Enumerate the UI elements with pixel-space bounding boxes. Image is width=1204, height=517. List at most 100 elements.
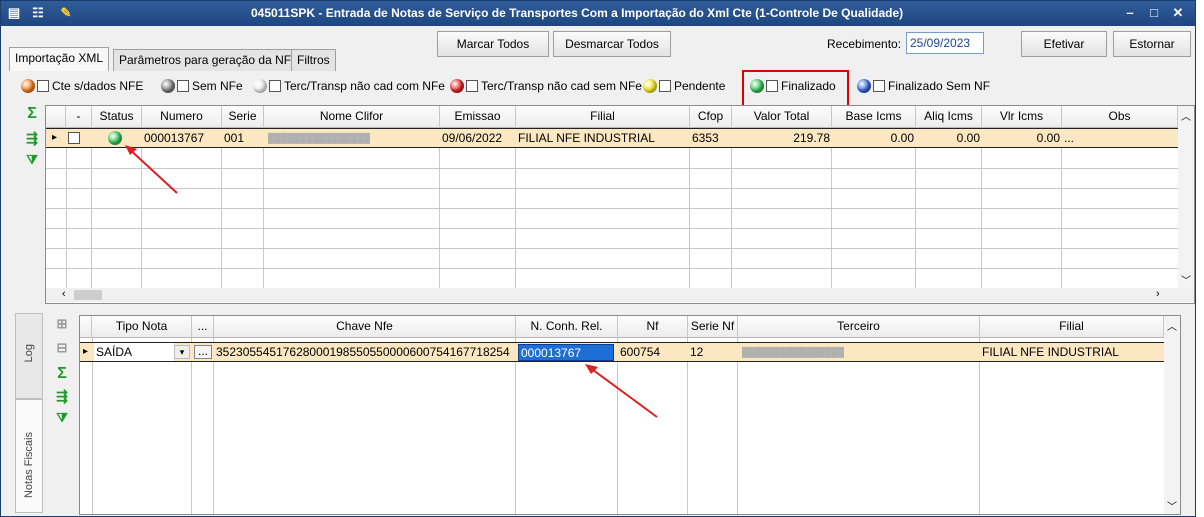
- col-header[interactable]: Vlr Icms: [982, 106, 1062, 128]
- dropdown-chevron-icon[interactable]: ▾: [174, 345, 190, 359]
- cell-filial[interactable]: FILIAL NFE INDUSTRIAL: [516, 129, 690, 147]
- estornar-button[interactable]: Estornar: [1113, 31, 1191, 57]
- col-header[interactable]: Aliq Icms: [916, 106, 982, 128]
- tab-importacao-xml[interactable]: Importação XML: [9, 47, 110, 71]
- maximize-button[interactable]: □: [1143, 4, 1165, 22]
- col-header[interactable]: Serie Nf: [688, 316, 738, 338]
- col-header[interactable]: Obs: [1062, 106, 1178, 128]
- cell-filial[interactable]: FILIAL NFE INDUSTRIAL: [980, 343, 1164, 361]
- col-header[interactable]: Nf: [618, 316, 688, 338]
- minimize-button[interactable]: –: [1119, 4, 1141, 22]
- checkbox[interactable]: [177, 80, 189, 92]
- cell-cfop[interactable]: 6353: [690, 129, 732, 147]
- legend-item-terc-com-nfe[interactable]: Terc/Transp não cad com NFe: [253, 76, 445, 96]
- checkbox[interactable]: [269, 80, 281, 92]
- side-tab-notas-fiscais[interactable]: Notas Fiscais: [15, 399, 43, 513]
- col-header[interactable]: Cfop: [690, 106, 732, 128]
- status-legend: Cte s/dados NFE Sem NFe Terc/Transp não …: [21, 76, 1021, 96]
- red-arrow-icon: [585, 364, 658, 418]
- checkbox[interactable]: [466, 80, 478, 92]
- col-header[interactable]: Serie: [222, 106, 264, 128]
- sum-icon[interactable]: Σ: [53, 365, 71, 383]
- cell-vlr-icms[interactable]: 0.00: [982, 129, 1062, 147]
- col-header[interactable]: N. Conh. Rel.: [516, 316, 618, 338]
- window-title: 045011SPK - Entrada de Notas de Serviço …: [251, 6, 904, 20]
- col-header[interactable]: ...: [192, 316, 214, 338]
- legend-item-terc-sem-nfe[interactable]: Terc/Transp não cad sem NFe: [450, 76, 642, 96]
- highlight-box: [742, 70, 849, 110]
- col-header[interactable]: Base Icms: [832, 106, 916, 128]
- cell-nome-clifor[interactable]: ████████████████: [266, 129, 436, 147]
- legend-item-sem-nfe[interactable]: Sem NFe: [161, 76, 243, 96]
- legend-item-finalizado-sem-nf[interactable]: Finalizado Sem NF: [857, 76, 990, 96]
- scroll-up-icon[interactable]: ︿: [1181, 108, 1191, 123]
- col-header[interactable]: Filial: [516, 106, 690, 128]
- orange-ball-icon: [21, 79, 35, 93]
- marcar-todos-button[interactable]: Marcar Todos: [437, 31, 549, 57]
- checkbox[interactable]: [659, 80, 671, 92]
- cell-chave-nfe[interactable]: 3523055451762800019855055000060075416771…: [214, 343, 516, 361]
- row-indicator-icon: ▸: [83, 346, 89, 357]
- cell-aliq-icms[interactable]: 0.00: [916, 129, 982, 147]
- wrench-icon[interactable]: ✎: [57, 4, 75, 22]
- cell-n-conh-rel[interactable]: 000013767: [518, 344, 614, 361]
- side-tab-log[interactable]: Log: [15, 313, 43, 399]
- export-icon[interactable]: ⇶: [53, 387, 71, 405]
- gray-ball-icon: [161, 79, 175, 93]
- red-arrow-icon: [125, 145, 178, 194]
- export-icon[interactable]: ⇶: [23, 129, 41, 147]
- tree-icon[interactable]: ☷: [29, 4, 47, 22]
- desmarcar-todos-button[interactable]: Desmarcar Todos: [553, 31, 671, 57]
- grid-icon[interactable]: ▤: [5, 4, 23, 22]
- col-header[interactable]: Nome Clifor: [264, 106, 440, 128]
- tab-parametros[interactable]: Parâmetros para geração da NF: [113, 49, 298, 71]
- scroll-up-icon[interactable]: ︿: [1167, 318, 1177, 333]
- add-row-icon[interactable]: ⊞: [53, 315, 71, 333]
- vertical-scrollbar[interactable]: ︿ ﹀: [1178, 106, 1194, 288]
- scroll-right-icon[interactable]: ›: [1156, 288, 1160, 300]
- cell-emissao[interactable]: 09/06/2022: [440, 129, 516, 147]
- cell-base-icms[interactable]: 0.00: [832, 129, 916, 147]
- vertical-scrollbar[interactable]: ︿ ﹀: [1164, 316, 1180, 514]
- cell-terceiro[interactable]: ████████████████: [740, 343, 880, 361]
- col-header[interactable]: Filial: [980, 316, 1164, 338]
- scroll-down-icon[interactable]: ﹀: [1181, 272, 1191, 287]
- scroll-left-icon[interactable]: ‹: [62, 288, 66, 300]
- col-header[interactable]: Valor Total: [732, 106, 832, 128]
- col-header[interactable]: Chave Nfe: [214, 316, 516, 338]
- scroll-thumb[interactable]: [74, 290, 102, 300]
- cell-valor-total[interactable]: 219.78: [732, 129, 832, 147]
- checkbox[interactable]: [37, 80, 49, 92]
- ellipsis-button[interactable]: ...: [194, 345, 212, 359]
- filter-down-icon[interactable]: ⧩: [53, 409, 71, 427]
- col-header[interactable]: Terceiro: [738, 316, 980, 338]
- col-header[interactable]: -: [66, 106, 92, 128]
- checkbox[interactable]: [873, 80, 885, 92]
- cell-serie-nf[interactable]: 12: [688, 343, 738, 361]
- cell-tipo-nota[interactable]: SAÍDA: [94, 343, 174, 361]
- cell-obs[interactable]: ...: [1062, 129, 1122, 147]
- row-checkbox[interactable]: [68, 132, 80, 144]
- cell-serie[interactable]: 001: [222, 129, 264, 147]
- xml-grid: - Status Numero Serie Nome Clifor Emissa…: [45, 105, 1195, 304]
- col-header[interactable]: Tipo Nota: [92, 316, 192, 338]
- legend-item-pendente[interactable]: Pendente: [643, 76, 725, 96]
- recebimento-input[interactable]: 25/09/2023: [906, 32, 984, 54]
- scroll-down-icon[interactable]: ﹀: [1167, 498, 1177, 513]
- cell-nf[interactable]: 600754: [618, 343, 688, 361]
- title-bar: ▤ ☷ ✎ 045011SPK - Entrada de Notas de Se…: [1, 1, 1195, 26]
- col-header[interactable]: Emissao: [440, 106, 516, 128]
- white-ball-icon: [253, 79, 267, 93]
- col-header[interactable]: Status: [92, 106, 142, 128]
- legend-item-cte-sem-dados[interactable]: Cte s/dados NFE: [21, 76, 143, 96]
- close-button[interactable]: ✕: [1167, 4, 1189, 22]
- efetivar-button[interactable]: Efetivar: [1021, 31, 1107, 57]
- status-green-icon: [108, 131, 122, 145]
- col-header[interactable]: Numero: [142, 106, 222, 128]
- remove-row-icon[interactable]: ⊟: [53, 339, 71, 357]
- tab-filtros[interactable]: Filtros: [291, 49, 336, 71]
- horizontal-scrollbar[interactable]: ‹ ›: [46, 288, 1194, 302]
- sum-icon[interactable]: Σ: [23, 105, 41, 123]
- red-ball-icon: [450, 79, 464, 93]
- filter-down-icon[interactable]: ⧩: [23, 151, 41, 169]
